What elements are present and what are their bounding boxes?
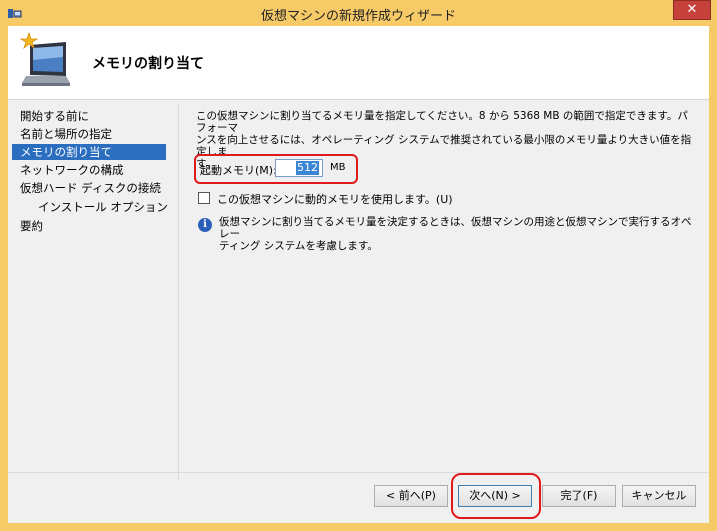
info-icon: i [198,218,212,232]
footer-divider [8,472,709,473]
info-line: ティング システムを考慮します。 [219,240,378,252]
dynamic-memory-checkbox[interactable] [198,192,210,204]
annotation-circle-next [451,473,541,519]
dynamic-memory-label[interactable]: この仮想マシンに動的メモリを使用します。(U) [217,191,453,207]
info-text: 仮想マシンに割り当てるメモリ量を決定するときは、仮想マシンの用途と仮想マシンで実… [219,216,697,252]
info-line: 仮想マシンに割り当てるメモリ量を決定するときは、仮想マシンの用途と仮想マシンで実… [219,216,692,240]
wizard-step-nav: 開始する前に 名前と場所の指定 メモリの割り当て ネットワークの構成 仮想ハード… [8,104,178,472]
cancel-button[interactable]: キャンセル [622,485,696,507]
nav-step-name-location[interactable]: 名前と場所の指定 [12,126,166,142]
annotation-circle-memory [194,154,358,184]
nav-step-summary[interactable]: 要約 [12,218,166,234]
back-button[interactable]: < 前へ(P) [374,485,448,507]
title-bar: 仮想マシンの新規作成ウィザード ✕ [0,0,717,26]
page-header: メモリの割り当て [8,26,709,100]
finish-button[interactable]: 完了(F) [542,485,616,507]
nav-step-assign-memory[interactable]: メモリの割り当て [12,144,166,160]
bottom-frame [0,523,717,531]
nav-step-before-you-begin[interactable]: 開始する前に [12,108,166,124]
nav-step-connect-vhd[interactable]: 仮想ハード ディスクの接続 [12,180,166,196]
page-title: メモリの割り当て [92,56,204,72]
nav-divider [178,104,179,481]
window-title: 仮想マシンの新規作成ウィザード [260,9,456,24]
wizard-window: 仮想マシンの新規作成ウィザード ✕ メモリの割り当て 開始する前に 名前と場所の… [0,0,717,531]
nav-step-install-options[interactable]: インストール オプション [12,199,168,215]
wizard-monitor-icon [19,31,70,86]
nav-step-configure-network[interactable]: ネットワークの構成 [12,162,166,178]
close-button[interactable]: ✕ [673,0,711,20]
description-line: この仮想マシンに割り当てるメモリ量を指定してください。8 から 5368 MB … [196,110,688,134]
wizard-client-area: メモリの割り当て 開始する前に 名前と場所の指定 メモリの割り当て ネットワーク… [8,26,709,523]
